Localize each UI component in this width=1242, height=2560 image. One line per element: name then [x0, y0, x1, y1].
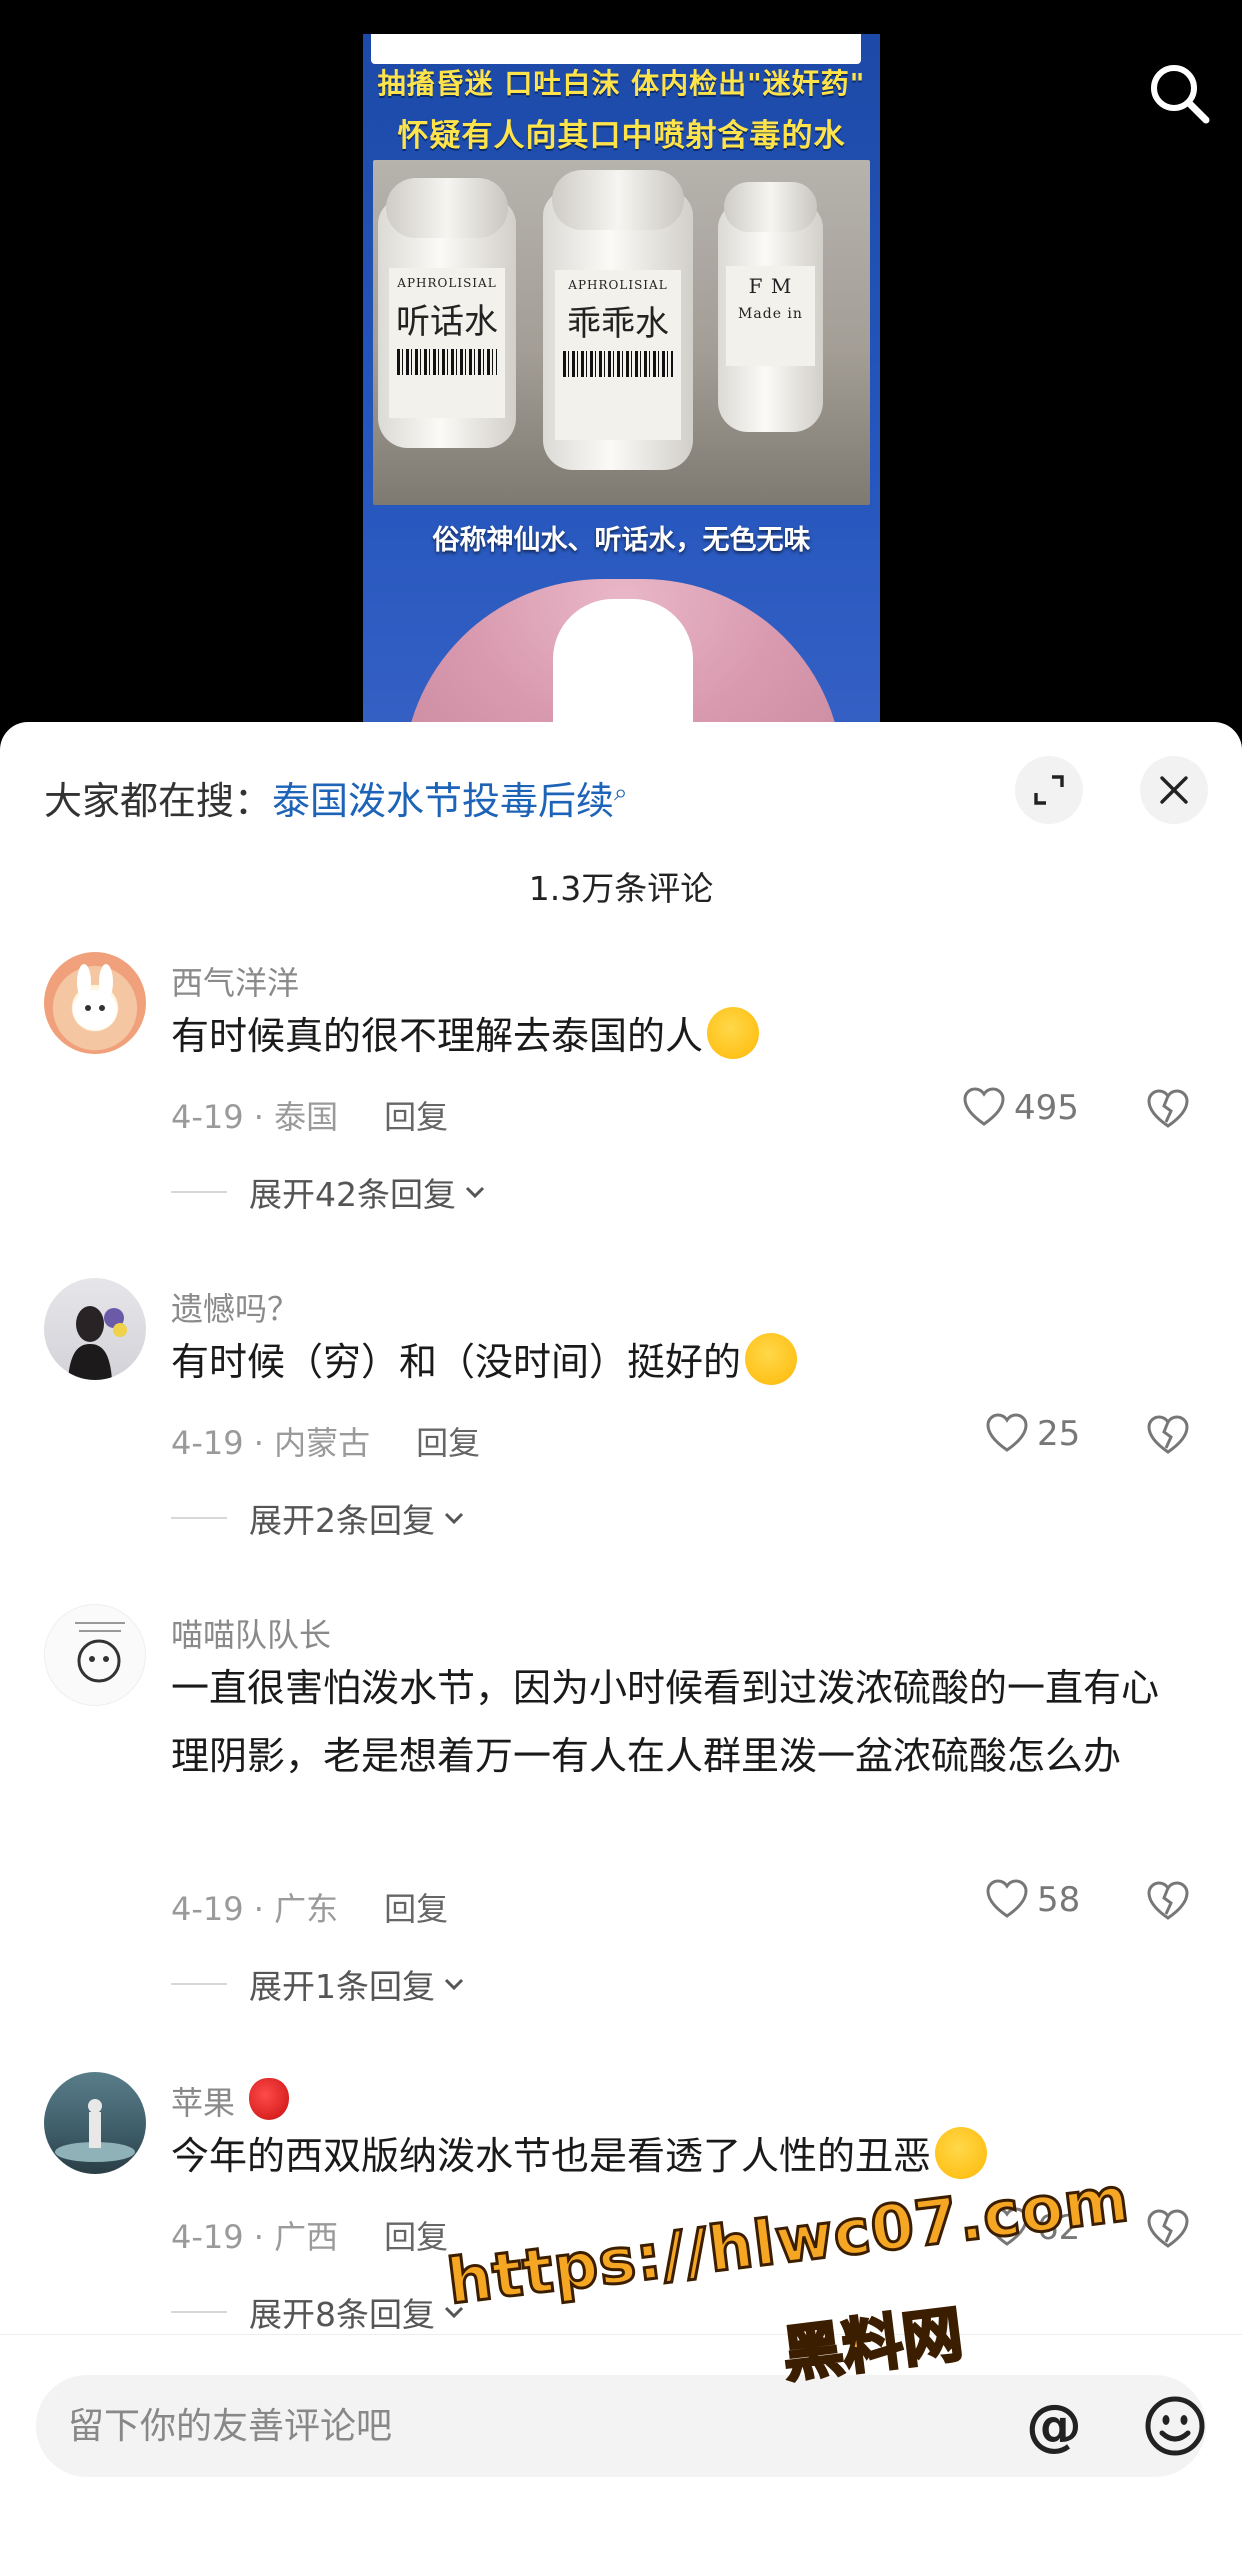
comment-input[interactable] — [68, 2375, 628, 2477]
reply-button[interactable]: 回复 — [384, 1890, 448, 1928]
comment-date-location: 4-19 · 广西 — [171, 2218, 339, 2256]
product-photo: APHROLISIAL 听话水 APHROLISIAL 乖乖水 F M Made… — [373, 160, 870, 505]
search-icon — [1151, 65, 1210, 124]
like-count: 58 — [1037, 1880, 1081, 1920]
like-button[interactable]: 25 — [985, 1412, 1080, 1456]
expand-sheet-button[interactable] — [1015, 756, 1083, 824]
expand-replies-label: 展开42条回复 — [249, 1175, 456, 1214]
comment-count: 1.3万条评论 — [528, 869, 714, 908]
hot-search-query[interactable]: 泰国泼水节投毒后续 — [272, 779, 614, 823]
expand-replies-button[interactable]: 展开2条回复 — [171, 1494, 465, 1542]
heart-icon — [986, 1879, 1028, 1918]
video-frame: 抽搐昏迷 口吐白沫 体内检出"迷奸药" 怀疑有人向其口中喷射含毒的水 APHRO… — [363, 34, 880, 730]
avatar[interactable] — [44, 2072, 146, 2174]
mention-button[interactable]: @ — [1026, 2393, 1082, 2459]
expand-replies-button[interactable]: 展开8条回复 — [171, 2288, 465, 2336]
dislike-button[interactable] — [1146, 1088, 1190, 1134]
like-count: 25 — [1037, 1414, 1081, 1454]
comment-meta: 4-19 · 广西 回复 — [171, 2212, 448, 2258]
crying-face-icon — [707, 1007, 760, 1059]
broken-heart-icon — [1147, 1089, 1189, 1128]
comment-username[interactable]: 遗憾吗？ — [171, 1284, 299, 1330]
broken-heart-icon — [1147, 1881, 1189, 1920]
comment-text: 有时候真的很不理解去泰国的人 — [171, 1002, 1181, 1070]
comment-date-location: 4-19 · 泰国 — [171, 1098, 339, 1136]
dislike-button[interactable] — [1146, 1414, 1190, 1460]
close-icon — [1160, 776, 1188, 804]
comment-text: 有时候（穷）和（没时间）挺好的 — [171, 1328, 1181, 1396]
rolling-laughing-face-icon — [935, 2127, 988, 2179]
comment-meta: 4-19 · 泰国 回复 — [171, 1092, 448, 1138]
heart-icon — [963, 1087, 1005, 1126]
expand-icon — [1034, 775, 1064, 805]
avatar[interactable] — [44, 1278, 146, 1380]
like-button[interactable]: 58 — [985, 1878, 1080, 1922]
avatar[interactable] — [44, 952, 146, 1054]
grinning-sweat-face-icon — [745, 1333, 798, 1385]
chevron-down-icon — [465, 1186, 485, 1199]
chevron-down-icon — [444, 1978, 464, 1991]
expand-replies-label: 展开2条回复 — [249, 1501, 435, 1540]
expand-replies-button[interactable]: 展开1条回复 — [171, 1960, 465, 2008]
like-count: 495 — [1014, 1088, 1079, 1128]
video-caption: 俗称神仙水、听话水，无色无味 — [432, 525, 811, 556]
comment-username[interactable]: 苹果 — [171, 2078, 290, 2124]
comment-text: 今年的西双版纳泼水节也是看透了人性的丑恶 — [171, 2122, 1181, 2190]
reply-button[interactable]: 回复 — [384, 2218, 448, 2256]
video-headline-line1: 抽搐昏迷 口吐白沫 体内检出"迷奸药" — [377, 67, 866, 100]
video-top-banner — [371, 34, 861, 64]
expand-replies-label: 展开1条回复 — [249, 1967, 435, 2006]
comment-text: 一直很害怕泼水节，因为小时候看到过泼浓硫酸的一直有心理阴影，老是想着万一有人在人… — [171, 1666, 1160, 1778]
heart-icon — [986, 1413, 1028, 1452]
broken-heart-icon — [1147, 1415, 1189, 1454]
comment-date-location: 4-19 · 内蒙古 — [171, 1424, 371, 1462]
search-small-icon: ⌕ — [614, 778, 628, 807]
chevron-down-icon — [444, 1512, 464, 1525]
news-presenter — [403, 579, 843, 730]
dislike-button[interactable] — [1146, 1880, 1190, 1926]
like-count: 62 — [1037, 2208, 1081, 2248]
chevron-down-icon — [444, 2306, 464, 2319]
video-headline-line2: 怀疑有人向其口中喷射含毒的水 — [397, 118, 846, 154]
expand-replies-button[interactable]: 展开42条回复 — [171, 1168, 486, 1216]
heart-icon — [986, 2207, 1028, 2246]
hot-search-prefix: 大家都在搜： — [44, 779, 273, 823]
bottle-1: APHROLISIAL 听话水 — [378, 178, 516, 448]
reply-button[interactable]: 回复 — [416, 1424, 480, 1462]
expand-replies-label: 展开8条回复 — [249, 2295, 435, 2334]
emoji-button[interactable] — [1142, 2393, 1208, 2459]
close-sheet-button[interactable] — [1140, 756, 1208, 824]
like-button[interactable]: 495 — [962, 1086, 1079, 1130]
dislike-button[interactable] — [1146, 2208, 1190, 2254]
smiley-icon — [1145, 2396, 1205, 2456]
comment-input-pill: @ — [36, 2375, 1206, 2477]
comment-sheet: 大家都在搜：泰国泼水节投毒后续⌕ 1.3万条评论 西气洋洋 有时候真的很不理解去… — [0, 722, 1242, 2560]
broken-heart-icon — [1147, 2209, 1189, 2248]
like-button[interactable]: 62 — [985, 2206, 1080, 2250]
hot-search-bar[interactable]: 大家都在搜：泰国泼水节投毒后续⌕ — [44, 770, 627, 825]
video-player[interactable]: 抽搐昏迷 口吐白沫 体内检出"迷奸药" 怀疑有人向其口中喷射含毒的水 APHRO… — [0, 0, 1242, 730]
avatar[interactable] — [44, 1604, 146, 1706]
apple-icon — [249, 2078, 290, 2120]
bottle-2: APHROLISIAL 乖乖水 — [543, 170, 693, 470]
comment-meta: 4-19 · 广东 回复 — [171, 1884, 448, 1930]
comment-username[interactable]: 喵喵队队长 — [171, 1610, 331, 1656]
comment-meta: 4-19 · 内蒙古 回复 — [171, 1418, 480, 1464]
bottle-3: F M Made in — [718, 182, 823, 432]
reply-button[interactable]: 回复 — [384, 1098, 448, 1136]
comment-input-bar: @ — [0, 2334, 1242, 2560]
comment-username[interactable]: 西气洋洋 — [171, 958, 299, 1004]
search-button[interactable] — [1146, 60, 1212, 126]
comment-date-location: 4-19 · 广东 — [171, 1890, 339, 1928]
